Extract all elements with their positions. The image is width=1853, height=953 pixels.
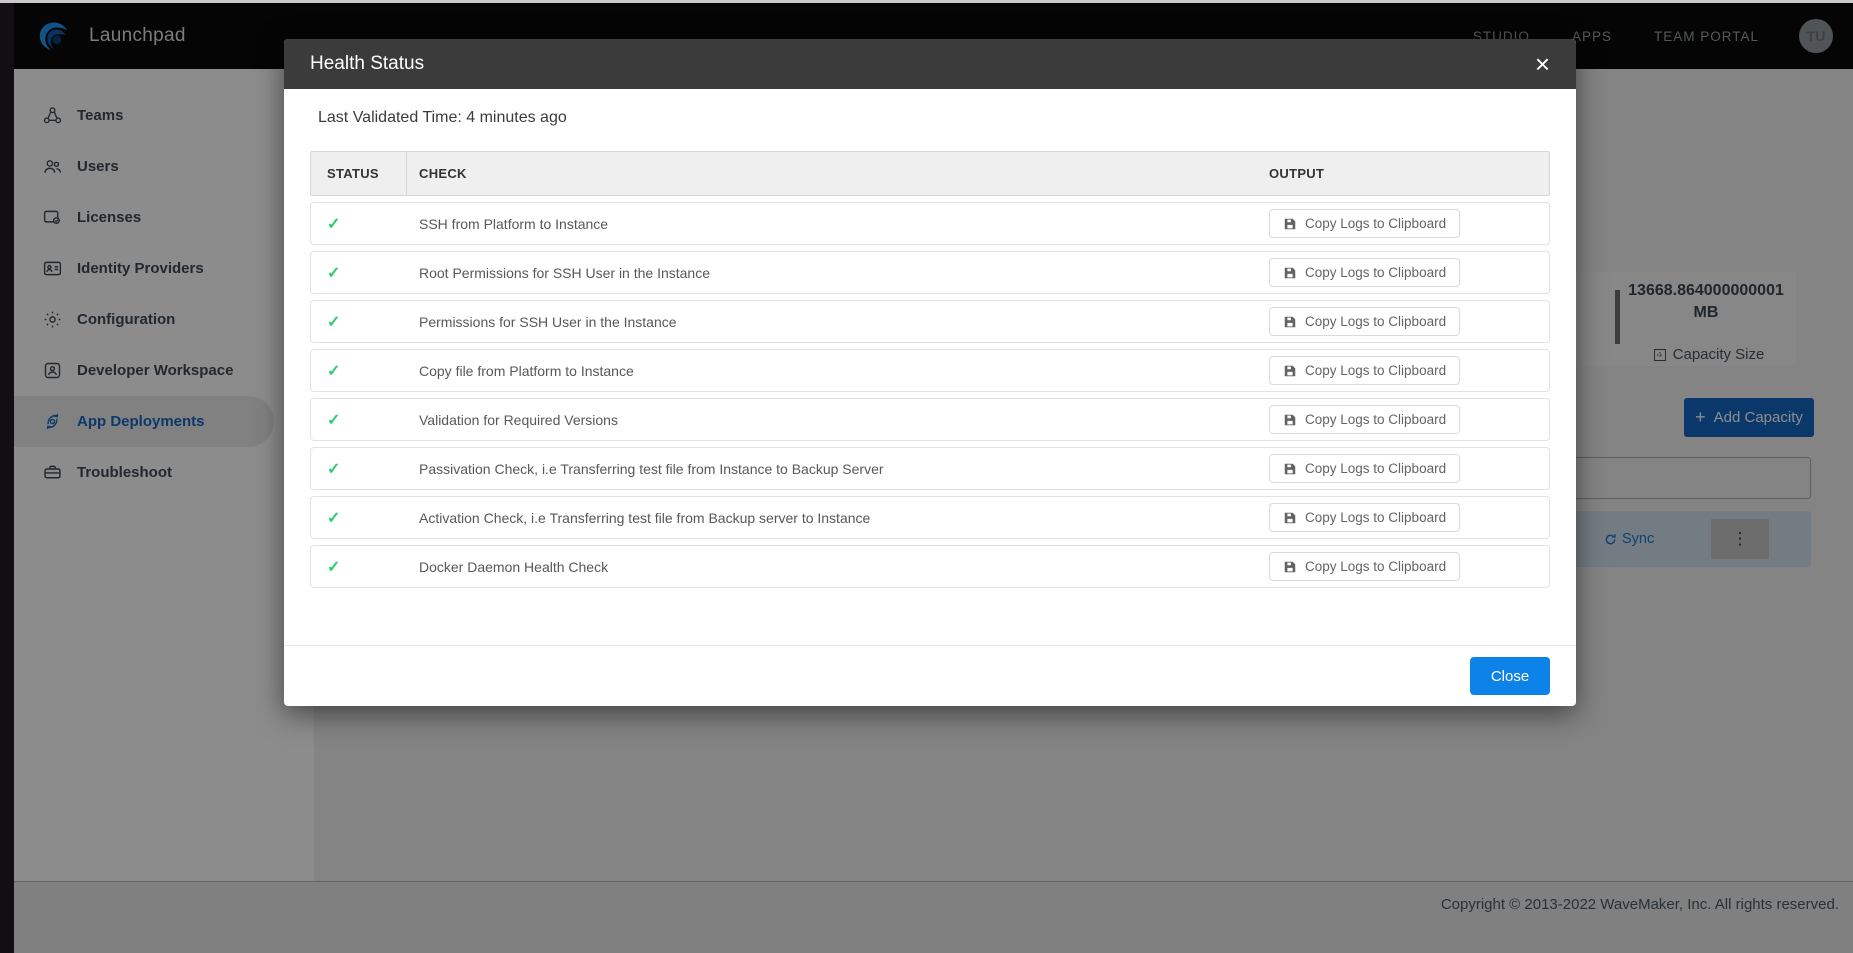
table-row: ✓ Activation Check, i.e Transferring tes… (310, 496, 1550, 539)
check-name: SSH from Platform to Instance (419, 216, 608, 232)
status-check-icon: ✓ (327, 508, 340, 528)
close-button[interactable]: Close (1470, 657, 1550, 695)
copy-logs-button[interactable]: Copy Logs to Clipboard (1269, 209, 1460, 238)
check-name: Copy file from Platform to Instance (419, 363, 634, 379)
column-header-output: OUTPUT (1257, 152, 1549, 195)
table-row: ✓ Permissions for SSH User in the Instan… (310, 300, 1550, 343)
table-row: ✓ Passivation Check, i.e Transferring te… (310, 447, 1550, 490)
table-row: ✓ Copy file from Platform to Instance Co… (310, 349, 1550, 392)
copy-logs-label: Copy Logs to Clipboard (1305, 314, 1446, 329)
status-check-icon: ✓ (327, 459, 340, 479)
copy-logs-label: Copy Logs to Clipboard (1305, 559, 1446, 574)
last-validated-time: Last Validated Time: 4 minutes ago (318, 109, 1550, 127)
copy-logs-button[interactable]: Copy Logs to Clipboard (1269, 405, 1460, 434)
modal-body: Last Validated Time: 4 minutes ago STATU… (284, 109, 1576, 588)
copy-logs-label: Copy Logs to Clipboard (1305, 363, 1446, 378)
copy-logs-button[interactable]: Copy Logs to Clipboard (1269, 454, 1460, 483)
copy-logs-label: Copy Logs to Clipboard (1305, 461, 1446, 476)
column-header-status: STATUS (311, 152, 407, 195)
modal-header: Health Status × (284, 39, 1576, 89)
status-check-icon: ✓ (327, 312, 340, 332)
table-row: ✓ Root Permissions for SSH User in the I… (310, 251, 1550, 294)
status-check-icon: ✓ (327, 557, 340, 577)
save-icon (1283, 462, 1297, 476)
table-row: ✓ Docker Daemon Health Check Copy Logs t… (310, 545, 1550, 588)
copy-logs-button[interactable]: Copy Logs to Clipboard (1269, 552, 1460, 581)
table-row: ✓ Validation for Required Versions Copy … (310, 398, 1550, 441)
copy-logs-button[interactable]: Copy Logs to Clipboard (1269, 356, 1460, 385)
close-icon[interactable]: × (1535, 51, 1550, 77)
health-status-modal: Health Status × Last Validated Time: 4 m… (284, 39, 1576, 706)
save-icon (1283, 217, 1297, 231)
check-name: Permissions for SSH User in the Instance (419, 314, 677, 330)
save-icon (1283, 413, 1297, 427)
status-check-icon: ✓ (327, 263, 340, 283)
save-icon (1283, 315, 1297, 329)
save-icon (1283, 364, 1297, 378)
save-icon (1283, 511, 1297, 525)
column-header-check: CHECK (407, 152, 1257, 195)
copy-logs-button[interactable]: Copy Logs to Clipboard (1269, 503, 1460, 532)
save-icon (1283, 560, 1297, 574)
check-name: Validation for Required Versions (419, 412, 618, 428)
status-check-icon: ✓ (327, 214, 340, 234)
copy-logs-button[interactable]: Copy Logs to Clipboard (1269, 258, 1460, 287)
modal-title: Health Status (310, 53, 424, 75)
copy-logs-label: Copy Logs to Clipboard (1305, 265, 1446, 280)
health-checks-table: STATUS CHECK OUTPUT ✓ SSH from Platform … (310, 151, 1550, 588)
modal-footer: Close (284, 645, 1576, 706)
copy-logs-button[interactable]: Copy Logs to Clipboard (1269, 307, 1460, 336)
save-icon (1283, 266, 1297, 280)
window-top-edge (0, 0, 1853, 3)
status-check-icon: ✓ (327, 361, 340, 381)
check-name: Passivation Check, i.e Transferring test… (419, 461, 884, 477)
copy-logs-label: Copy Logs to Clipboard (1305, 510, 1446, 525)
check-name: Docker Daemon Health Check (419, 559, 608, 575)
table-row: ✓ SSH from Platform to Instance Copy Log… (310, 202, 1550, 245)
table-header-row: STATUS CHECK OUTPUT (310, 151, 1550, 196)
check-name: Activation Check, i.e Transferring test … (419, 510, 870, 526)
check-name: Root Permissions for SSH User in the Ins… (419, 265, 710, 281)
copy-logs-label: Copy Logs to Clipboard (1305, 216, 1446, 231)
copy-logs-label: Copy Logs to Clipboard (1305, 412, 1446, 427)
status-check-icon: ✓ (327, 410, 340, 430)
